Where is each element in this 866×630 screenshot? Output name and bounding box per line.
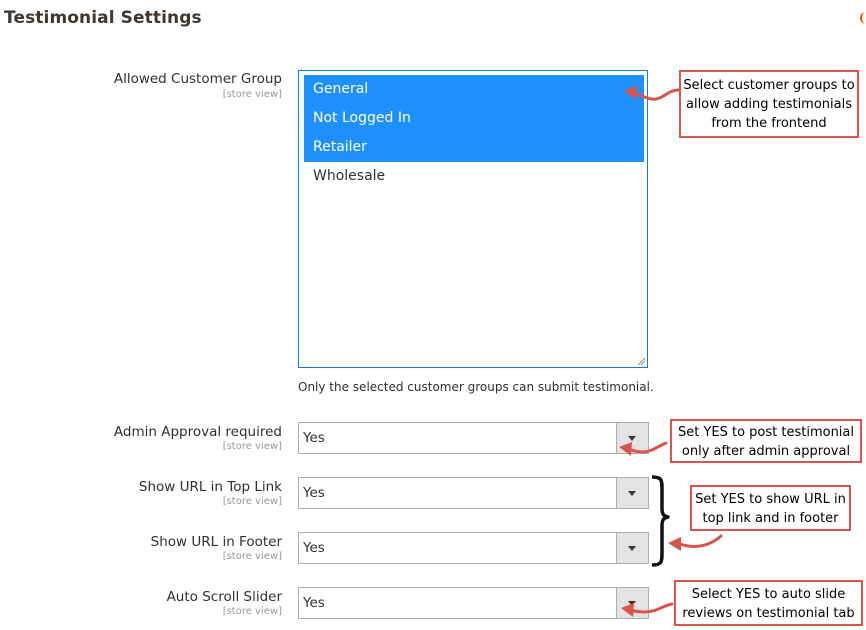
collapse-indicator-icon[interactable] xyxy=(860,12,866,24)
show-url-footer-select[interactable]: Yes xyxy=(298,532,649,564)
admin-approval-value: Yes xyxy=(303,430,325,446)
chevron-down-icon xyxy=(628,491,636,496)
admin-approval-select[interactable]: Yes xyxy=(298,422,649,454)
show-url-footer-value: Yes xyxy=(303,540,325,556)
callout-line: Select YES to auto slide xyxy=(691,587,846,602)
option-general[interactable]: General xyxy=(304,75,644,104)
chevron-down-icon xyxy=(628,601,636,606)
admin-approval-label: Admin Approval required xyxy=(113,424,282,440)
show-url-top-link-dropdown-button[interactable] xyxy=(616,478,648,508)
show-url-top-link-label: Show URL in Top Link xyxy=(138,479,282,495)
arrow-show-url xyxy=(676,534,723,548)
resize-grip-icon[interactable] xyxy=(637,357,646,366)
show-url-footer-scope: [store view] xyxy=(222,551,282,562)
callout-line: reviews on testimonial tab xyxy=(682,606,855,621)
chevron-down-icon xyxy=(628,436,636,441)
callout-customer-groups: Select customer groups to allow adding t… xyxy=(679,70,859,138)
brace-shape xyxy=(651,475,670,567)
show-url-top-link-value: Yes xyxy=(303,485,325,501)
option-wholesale[interactable]: Wholesale xyxy=(304,162,644,191)
auto-scroll-slider-select[interactable]: Yes xyxy=(298,587,649,619)
auto-scroll-slider-dropdown-button[interactable] xyxy=(616,588,648,618)
callout-auto-slide: Select YES to auto slide reviews on test… xyxy=(674,580,863,626)
show-url-top-link-select[interactable]: Yes xyxy=(298,477,649,509)
callout-line: top link and in footer xyxy=(702,511,839,526)
callout-line: Select customer groups to xyxy=(683,78,855,93)
callout-line: Set YES to show URL in xyxy=(695,492,846,507)
show-url-footer-dropdown-button[interactable] xyxy=(616,533,648,563)
callout-admin-approval: Set YES to post testimonial only after a… xyxy=(670,419,862,463)
callout-line: from the frontend xyxy=(711,116,827,131)
auto-scroll-slider-label: Auto Scroll Slider xyxy=(166,589,282,605)
callout-show-url: Set YES to show URL in top link and in f… xyxy=(690,485,851,531)
section-title[interactable]: Testimonial Settings xyxy=(4,8,202,28)
callout-line: Set YES to post testimonial xyxy=(677,425,855,440)
chevron-down-icon xyxy=(628,546,636,551)
admin-approval-dropdown-button[interactable] xyxy=(616,423,648,453)
show-url-footer-label: Show URL in Footer xyxy=(150,534,282,550)
option-retailer[interactable]: Retailer xyxy=(304,133,644,162)
arrowhead-show-url xyxy=(668,537,681,551)
customer-group-multiselect[interactable]: General Not Logged In Retailer Wholesale xyxy=(298,70,648,368)
allowed-customer-group-label: Allowed Customer Group xyxy=(113,71,282,87)
customer-group-hint: Only the selected customer groups can su… xyxy=(298,380,654,394)
admin-approval-scope: [store view] xyxy=(222,441,282,452)
auto-scroll-slider-scope: [store view] xyxy=(222,606,282,617)
callout-line: only after admin approval xyxy=(681,444,851,459)
allowed-customer-group-scope: [store view] xyxy=(222,89,282,100)
show-url-top-link-scope: [store view] xyxy=(222,496,282,507)
option-not-logged-in[interactable]: Not Logged In xyxy=(304,104,644,133)
auto-scroll-slider-value: Yes xyxy=(303,595,325,611)
callout-line: allow adding testimonials xyxy=(685,97,852,112)
